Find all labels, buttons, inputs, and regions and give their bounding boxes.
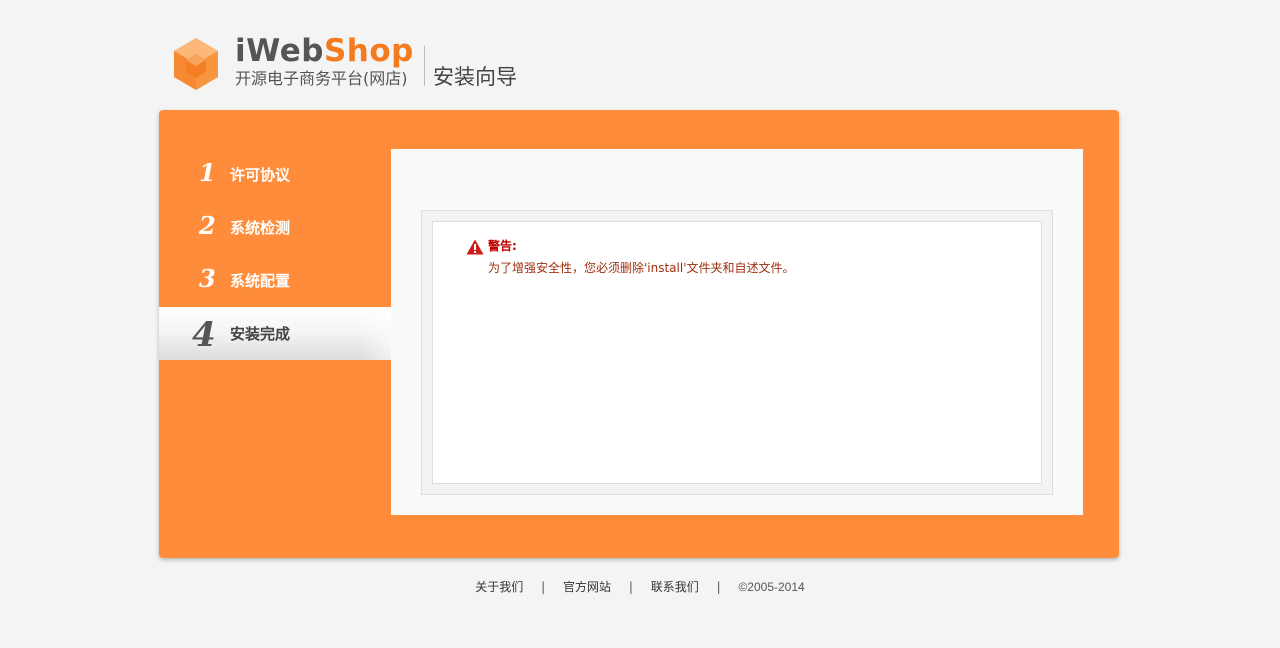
footer-link-contact-us[interactable]: 联系我们 xyxy=(651,580,699,594)
footer-separator: | xyxy=(716,580,721,594)
step-list: 1 许可协议 2 系统检测 3 系统配置 4 安装完成 xyxy=(159,148,391,360)
step-label: 安装完成 xyxy=(230,325,291,343)
footer-link-official-site[interactable]: 官方网站 xyxy=(563,580,611,594)
brand-name-part2: Shop xyxy=(323,33,414,69)
step-system-check: 2 系统检测 xyxy=(159,201,391,254)
brand-name: iWebShop xyxy=(235,34,414,68)
step-label: 许可协议 xyxy=(230,166,291,184)
step-number: 3 xyxy=(199,264,216,293)
content-area: 警告: 为了增强安全性，您必须删除'install'文件夹和自述文件。 xyxy=(391,149,1083,515)
warning-message: 为了增强安全性，您必须删除'install'文件夹和自述文件。 xyxy=(488,261,795,275)
step-system-config: 3 系统配置 xyxy=(159,254,391,307)
step-number: 2 xyxy=(199,211,216,240)
header: iWebShop 开源电子商务平台(网店) 安装向导 xyxy=(168,34,568,94)
page-title: 安装向导 xyxy=(433,65,517,89)
footer-separator: | xyxy=(628,580,633,594)
install-panel: 1 许可协议 2 系统检测 3 系统配置 4 安装完成 警告: 为了增强安全性，… xyxy=(159,110,1119,558)
header-divider xyxy=(424,46,425,86)
copyright: ©2005-2014 xyxy=(738,580,805,594)
step-label: 系统配置 xyxy=(230,272,291,290)
step-number: 4 xyxy=(192,315,216,355)
brand-name-part1: iWeb xyxy=(235,33,324,69)
warning-icon xyxy=(466,239,484,255)
cube-logo-icon xyxy=(174,38,218,90)
step-label: 系统检测 xyxy=(230,219,291,237)
footer-link-about-us[interactable]: 关于我们 xyxy=(475,580,523,594)
step-license: 1 许可协议 xyxy=(159,148,391,201)
footer: 关于我们 | 官方网站 | 联系我们 | ©2005-2014 xyxy=(0,578,1280,596)
step-install-complete: 4 安装完成 xyxy=(159,307,391,360)
message-box: 警告: 为了增强安全性，您必须删除'install'文件夹和自述文件。 xyxy=(432,221,1042,484)
step-number: 1 xyxy=(199,158,216,187)
message-box-outer: 警告: 为了增强安全性，您必须删除'install'文件夹和自述文件。 xyxy=(421,210,1053,495)
footer-separator: | xyxy=(541,580,546,594)
warning-title: 警告: xyxy=(488,239,517,253)
brand-subtitle: 开源电子商务平台(网店) xyxy=(235,69,408,88)
